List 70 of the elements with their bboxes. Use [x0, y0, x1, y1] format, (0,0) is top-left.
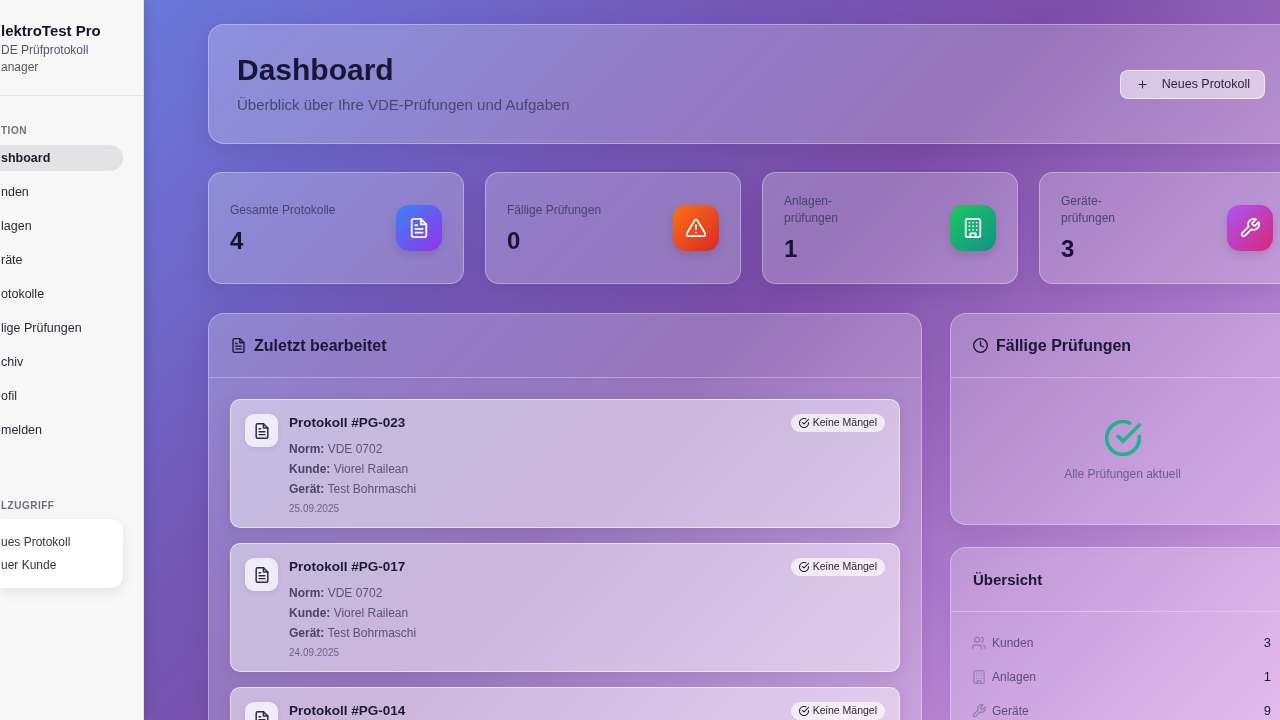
page-subtitle: Überblick über Ihre VDE-Prüfungen und Aufgaben — [237, 95, 570, 115]
check-circle-icon — [798, 562, 809, 572]
document-icon — [231, 338, 246, 353]
status-label: Keine Mängel — [812, 559, 877, 575]
nav-item[interactable]: chiv — [0, 349, 123, 375]
stat-label: Gesamte Protokolle — [230, 201, 336, 219]
app-title: lektroTest Pro — [1, 22, 102, 40]
stat-value: 0 — [507, 226, 522, 255]
card-title: Zuletzt bearbeitet — [254, 335, 387, 356]
stat-label: Anlagen- prüfungen — [784, 193, 839, 227]
empty-state-message: Alle Prüfungen aktuell — [1064, 466, 1181, 482]
protocol-detail: Kunde: Viorel Railean — [289, 461, 410, 478]
protocol-title: Protokoll #PG-014 — [289, 702, 407, 720]
protocol-title: Protokoll #PG-023 — [289, 414, 407, 432]
status-label: Keine Mängel — [812, 415, 877, 431]
users-icon — [972, 636, 986, 650]
app-subtitle: DE Prüfprotokoll — [1, 42, 90, 59]
check-circle-icon — [798, 706, 809, 716]
check-circle-icon — [1104, 420, 1141, 456]
page-title: Dashboard — [237, 52, 395, 88]
protocol-detail: Gerät: Test Bohrmaschi — [289, 625, 418, 642]
protocol-date: 25.09.2025 — [289, 502, 341, 516]
document-icon — [245, 558, 278, 591]
protocol-detail: Norm: VDE 0702 — [289, 441, 384, 458]
section-heading: LZUGRIFF — [0, 500, 56, 512]
nav-item[interactable]: lagen — [0, 213, 123, 239]
section-heading: TION — [0, 125, 28, 137]
stat-value: 4 — [230, 226, 245, 255]
protocol-card[interactable]: Protokoll #PG-017 Norm: VDE 0702 Kunde: Viorel Railean Gerät: Test Bohrmaschi 24.09.2025 Keine Mängel — [230, 543, 900, 672]
overview-value: 9 — [1263, 702, 1271, 720]
warning-icon — [673, 205, 719, 251]
new-protocol-button[interactable]: Neues Protokoll — [1119, 69, 1265, 99]
quick-link[interactable]: uer Kunde — [1, 554, 57, 577]
nav-item[interactable]: shboard — [0, 145, 123, 171]
card-title: Übersicht — [973, 569, 1043, 590]
overview-value: 3 — [1263, 634, 1271, 653]
stat-label: Fällige Prüfungen — [507, 201, 602, 219]
stat-value: 1 — [784, 235, 799, 263]
wrench-icon — [1227, 205, 1273, 251]
nav-item[interactable]: lige Prüfungen — [0, 315, 123, 341]
nav-item[interactable]: ofil — [0, 383, 123, 409]
protocol-card[interactable]: Protokoll #PG-014 Keine Mängel — [230, 687, 900, 720]
building-icon — [950, 205, 996, 251]
wrench-icon — [972, 704, 986, 718]
overview-value: 1 — [1263, 668, 1271, 687]
overview-label: Anlagen — [992, 669, 1037, 686]
nav-item[interactable]: otokolle — [0, 281, 123, 307]
nav-item[interactable]: nden — [0, 179, 123, 205]
protocol-detail: Kunde: Viorel Railean — [289, 605, 410, 622]
protocol-title: Protokoll #PG-017 — [289, 558, 407, 576]
nav-item[interactable]: räte — [0, 247, 123, 273]
quick-link[interactable]: ues Protokoll — [1, 531, 71, 554]
building-icon — [972, 670, 986, 684]
protocol-detail: Gerät: Test Bohrmaschi — [289, 481, 418, 498]
status-label: Keine Mängel — [812, 703, 877, 719]
stat-label: Geräte- prüfungen — [1061, 193, 1116, 227]
protocol-detail: Norm: VDE 0702 — [289, 585, 384, 602]
card-title: Fällige Prüfungen — [996, 335, 1132, 356]
nav-item[interactable]: melden — [0, 417, 123, 443]
clock-icon — [973, 338, 988, 353]
protocol-date: 24.09.2025 — [289, 646, 341, 660]
check-circle-icon — [798, 418, 809, 428]
protocol-card[interactable]: Protokoll #PG-023 Norm: VDE 0702 Kunde: Viorel Railean Gerät: Test Bohrmaschi 25.09.2025 Keine Mängel — [230, 399, 900, 528]
stat-value: 3 — [1061, 235, 1076, 263]
plus-icon — [1136, 78, 1148, 90]
document-icon — [245, 414, 278, 447]
app-subtitle: anager — [1, 59, 40, 76]
overview-label: Kunden — [992, 635, 1034, 652]
overview-label: Geräte — [992, 703, 1029, 720]
document-icon — [396, 205, 442, 251]
